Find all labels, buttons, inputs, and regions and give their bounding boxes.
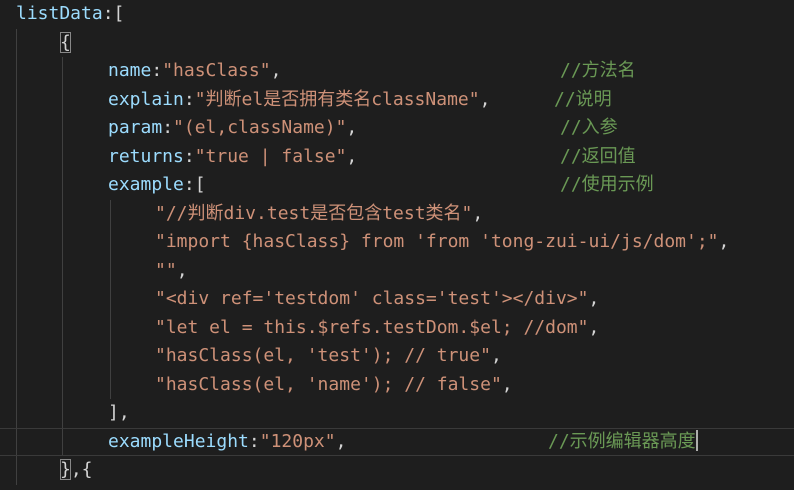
code-text: name:"hasClass", <box>108 57 281 86</box>
code-text: { <box>60 29 71 58</box>
punctuation: : <box>183 88 195 110</box>
string-literal: "hasClass(el, 'test'); // true" <box>155 345 491 366</box>
code-text: exampleHeight:"120px", <box>108 429 346 456</box>
punctuation: , <box>718 231 730 252</box>
punctuation: , <box>588 288 600 309</box>
code-text: "hasClass(el, 'test'); // true", <box>155 342 502 371</box>
string-literal: "import {hasClass} from 'from 'tong-zui-… <box>155 231 719 252</box>
punctuation: , <box>588 316 600 338</box>
punctuation: , <box>346 145 358 167</box>
code-text: ], <box>108 399 130 428</box>
punctuation: , <box>270 60 282 81</box>
code-line[interactable]: "<div ref='testdom' class='test'></div>"… <box>0 285 794 314</box>
line-comment: //返回值 <box>560 143 636 172</box>
property-key: exampleHeight <box>108 430 249 452</box>
punctuation: ], <box>108 402 130 423</box>
string-literal: "let el = this.$refs.testDom.$el; //dom" <box>155 316 589 338</box>
punctuation: , <box>490 345 502 366</box>
punctuation: : <box>183 145 195 167</box>
current-code-line[interactable]: exampleHeight:"120px", //示例编辑器高度 <box>0 427 794 456</box>
code-line[interactable]: "", <box>0 257 794 286</box>
code-line[interactable]: param:"(el,className)", //入参 <box>0 114 794 143</box>
comment-text: //说明 <box>554 88 612 110</box>
code-line[interactable]: ], <box>0 399 794 428</box>
punctuation: , <box>176 259 188 281</box>
code-line[interactable]: explain:"判断el是否拥有类名className", //说明 <box>0 86 794 115</box>
code-line[interactable]: { <box>0 29 794 58</box>
code-text: example:[ <box>108 171 206 200</box>
comment-text: //入参 <box>560 117 618 138</box>
line-comment: //方法名 <box>560 57 636 86</box>
punctuation: ,{ <box>70 459 93 480</box>
property-key: param <box>108 117 163 138</box>
code-line[interactable]: "hasClass(el, 'name'); // false", <box>0 371 794 400</box>
text-cursor <box>695 429 698 451</box>
matched-bracket: } <box>60 459 71 480</box>
code-line[interactable]: "let el = this.$refs.testDom.$el; //dom"… <box>0 314 794 343</box>
line-comment: //使用示例 <box>560 171 654 200</box>
string-literal: "120px" <box>259 430 336 452</box>
string-literal: "hasClass(el, 'name'); // false" <box>155 373 502 395</box>
punctuation: , <box>501 373 513 395</box>
code-text: "hasClass(el, 'name'); // false", <box>155 371 513 400</box>
code-line[interactable]: listData:[ <box>0 0 794 29</box>
punctuation: :[ <box>102 3 125 24</box>
code-line[interactable]: name:"hasClass", //方法名 <box>0 57 794 86</box>
property-key: example <box>108 174 184 195</box>
code-text: "let el = this.$refs.testDom.$el; //dom"… <box>155 314 599 343</box>
string-literal: "(el,className)" <box>173 117 347 138</box>
punctuation: , <box>472 202 484 224</box>
code-text: "", <box>155 257 188 286</box>
matched-bracket: { <box>60 31 71 53</box>
code-line[interactable]: },{ <box>0 456 794 485</box>
line-comment: //说明 <box>554 86 612 115</box>
code-line[interactable]: example:[ //使用示例 <box>0 171 794 200</box>
punctuation: , <box>335 430 347 452</box>
code-text: param:"(el,className)", <box>108 114 357 143</box>
line-comment: //入参 <box>560 114 618 143</box>
comment-text: //示例编辑器高度 <box>548 430 696 452</box>
code-editor[interactable]: listData:[{name:"hasClass",//方法名 explain:… <box>0 0 794 490</box>
punctuation: : <box>162 117 174 138</box>
code-line[interactable]: "//判断div.test是否包含test类名", <box>0 200 794 229</box>
code-text: returns:"true | false", <box>108 143 357 172</box>
property-key: explain <box>108 88 184 110</box>
string-literal: "hasClass" <box>162 60 271 81</box>
punctuation: , <box>346 117 358 138</box>
string-literal: "<div ref='testdom' class='test'></div>" <box>155 288 589 309</box>
string-literal: "true | false" <box>194 145 347 167</box>
code-line[interactable]: returns:"true | false", //返回值 <box>0 143 794 172</box>
comment-text: //方法名 <box>560 60 636 81</box>
code-line[interactable]: "hasClass(el, 'test'); // true", <box>0 342 794 371</box>
string-literal: "//判断div.test是否包含test类名" <box>155 202 473 224</box>
punctuation: :[ <box>183 174 206 195</box>
code-text: listData:[ <box>16 0 124 29</box>
property-key: name <box>108 60 152 81</box>
code-line[interactable]: "import {hasClass} from 'from 'tong-zui-… <box>0 228 794 257</box>
code-text: },{ <box>60 456 93 485</box>
code-text: "import {hasClass} from 'from 'tong-zui-… <box>155 228 729 257</box>
line-comment: //示例编辑器高度 <box>548 429 698 456</box>
property-key: returns <box>108 145 184 167</box>
string-literal: "判断el是否拥有类名className" <box>194 88 480 110</box>
punctuation: : <box>248 430 260 452</box>
code-text: explain:"判断el是否拥有类名className", <box>108 86 490 115</box>
comment-text: //返回值 <box>560 145 636 167</box>
code-text: "//判断div.test是否包含test类名", <box>155 200 483 229</box>
string-literal: "" <box>155 259 177 281</box>
property-key: listData <box>16 3 103 24</box>
punctuation: , <box>479 88 491 110</box>
code-text: "<div ref='testdom' class='test'></div>"… <box>155 285 599 314</box>
punctuation: : <box>151 60 163 81</box>
comment-text: //使用示例 <box>560 174 654 195</box>
